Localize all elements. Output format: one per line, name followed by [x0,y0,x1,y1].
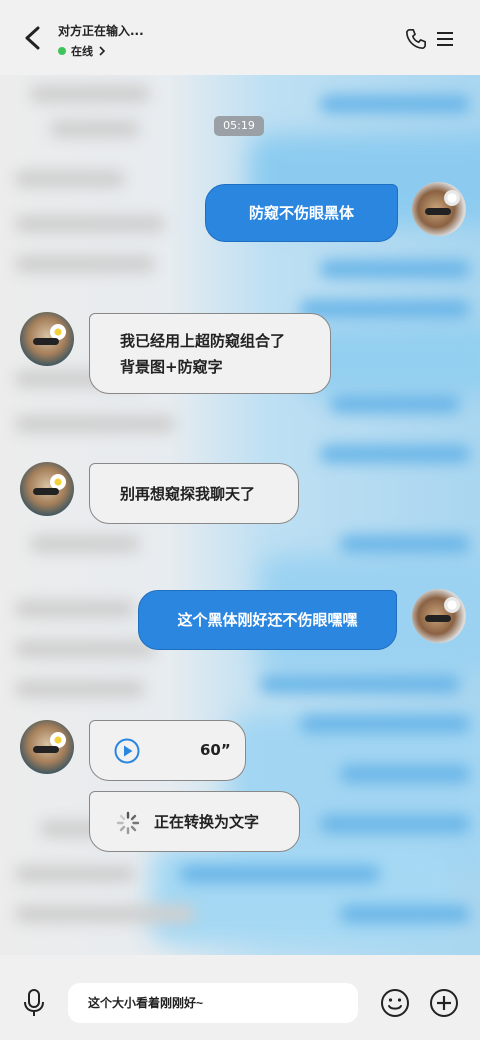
message-text-line: 背景图+防窥字 [120,357,223,376]
avatar-decoration [425,208,451,215]
avatar-decoration [33,488,59,495]
avatar-decoration [444,190,460,206]
message-timestamp: 05:19 [214,116,264,136]
message-input[interactable] [68,983,358,1023]
online-dot [58,47,66,55]
incoming-message[interactable]: 别再想窥探我聊天了 [89,463,299,524]
my-avatar[interactable] [412,589,466,643]
menu-icon[interactable] [437,31,453,47]
voice-message[interactable]: 60” [89,720,246,781]
contact-avatar[interactable] [20,720,74,774]
smiley-icon[interactable] [380,988,410,1018]
message-composer [0,955,480,1040]
avatar-decoration [444,597,460,613]
message-text-line: 我已经用上超防窥组合了 [120,331,286,350]
phone-icon[interactable] [405,27,427,51]
outgoing-message[interactable]: 这个黑体刚好还不伤眼嘿嘿 [138,590,397,650]
message-text: 别再想窥探我聊天了 [120,484,256,503]
microphone-icon[interactable] [23,989,45,1017]
avatar-decoration [425,615,451,622]
avatar-decoration [33,746,59,753]
loading-spinner-icon [116,811,140,835]
online-status[interactable]: 在线 [58,43,106,59]
contact-avatar[interactable] [20,462,74,516]
chevron-right-icon [99,46,106,56]
chevron-left-icon[interactable] [22,26,44,50]
contact-avatar[interactable] [20,312,74,366]
online-status-label: 在线 [71,45,93,58]
message-text: 这个黑体刚好还不伤眼嘿嘿 [177,611,358,629]
play-icon[interactable] [114,738,140,764]
avatar-decoration [33,338,59,345]
plus-icon[interactable] [429,988,459,1018]
outgoing-message[interactable]: 防窥不伤眼黑体 [205,184,398,242]
voice-duration: 60” [200,741,231,759]
incoming-message[interactable]: 我已经用上超防窥组合了 背景图+防窥字 [89,313,331,394]
conversion-status-text: 正在转换为文字 [154,813,260,831]
speech-to-text-status: 正在转换为文字 [89,791,300,852]
contact-typing-status: 对方正在输入... [58,24,144,38]
chat-header: 对方正在输入... 在线 [0,0,480,75]
my-avatar[interactable] [412,182,466,236]
message-text: 防窥不伤眼黑体 [248,204,354,222]
